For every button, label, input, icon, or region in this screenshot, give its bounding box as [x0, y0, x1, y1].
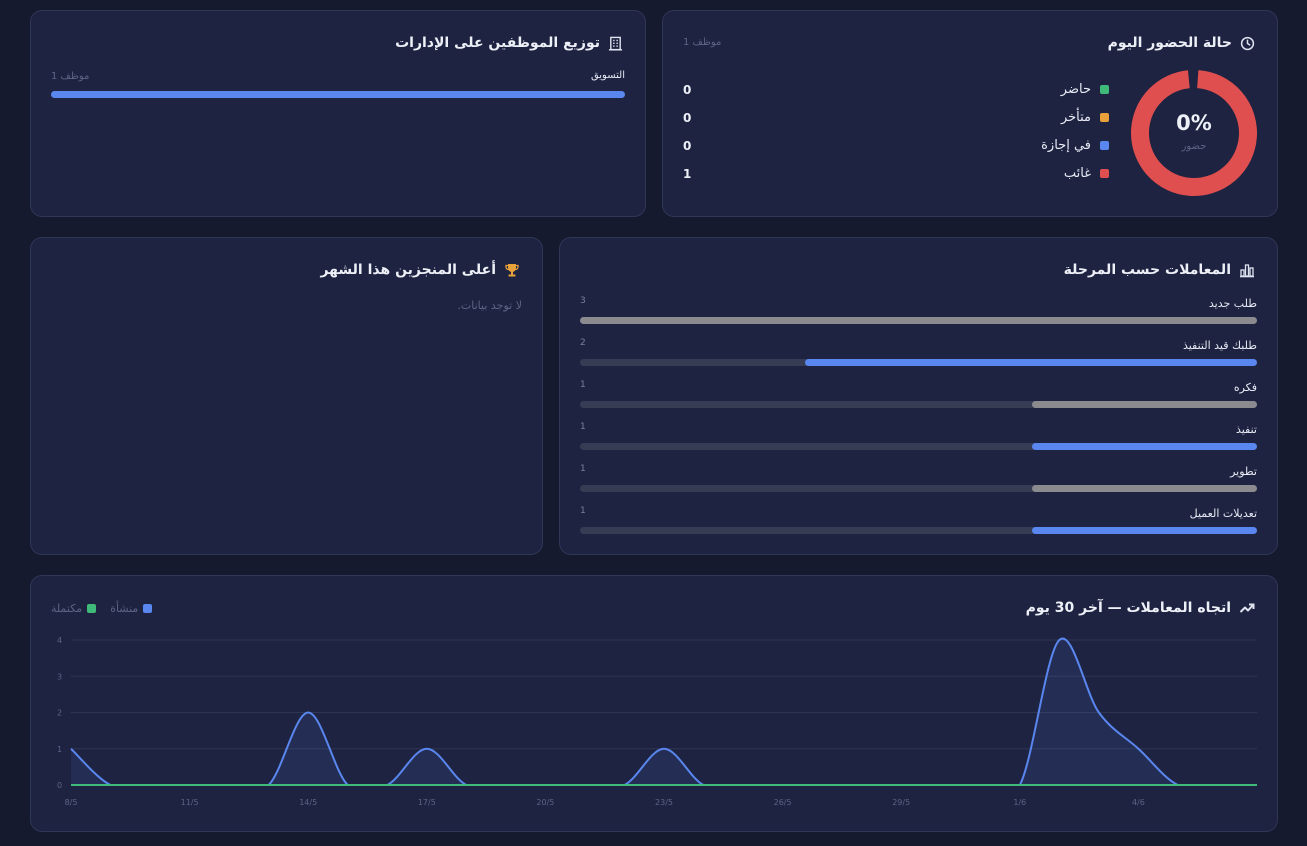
- stage-bar: [580, 443, 1257, 450]
- absent-label: غائب: [1063, 166, 1091, 181]
- present-dot: [1100, 85, 1109, 94]
- top-performers-title: أعلى المنجزين هذا الشهر: [320, 262, 496, 278]
- stage-value: 1: [580, 506, 586, 516]
- y-tick-label: 0: [57, 781, 62, 790]
- stage-value: 2: [580, 338, 586, 348]
- attendance-present: حاضر: [1061, 82, 1109, 97]
- stage-bar-fill: [1031, 485, 1257, 492]
- stages-title: المعاملات حسب المرحلة: [1063, 262, 1231, 278]
- absent-dot: [1100, 169, 1109, 178]
- attendance-leave: في إجازة: [1041, 138, 1109, 153]
- bar-chart-icon: [1240, 264, 1254, 278]
- departments-title-row: توزيع الموظفين على الإدارات: [395, 35, 623, 51]
- y-tick-label: 1: [57, 745, 62, 754]
- attendance-employee-count: 1 موظف: [683, 37, 722, 48]
- absent-count: 1: [683, 167, 692, 181]
- y-tick-label: 4: [57, 636, 62, 645]
- top-performers-title-row: أعلى المنجزين هذا الشهر: [320, 262, 520, 278]
- present-count: 0: [683, 83, 692, 97]
- stage-label: تطوير: [1230, 465, 1257, 478]
- stage-bar: [580, 317, 1257, 324]
- stage-value: 1: [580, 422, 586, 432]
- trophy-icon: [505, 264, 519, 277]
- stage-label: تعديلات العميل: [1189, 507, 1257, 520]
- attendance-absent: غائب: [1064, 166, 1109, 181]
- stage-value: 1: [580, 464, 586, 474]
- departments-card: توزيع الموظفين على الإدارات التسويق 1 مو…: [30, 10, 646, 217]
- x-tick-label: 20/5: [536, 798, 554, 807]
- x-tick-label: 1/6: [1013, 798, 1026, 807]
- stage-bar-fill: [580, 317, 1257, 324]
- top-performers-empty: لا توجد بيانات.: [457, 299, 522, 312]
- x-tick-label: 11/5: [181, 798, 199, 807]
- stage-bar-fill: [1031, 443, 1257, 450]
- late-count: 0: [683, 111, 692, 125]
- attendance-title: حالة الحضور اليوم: [1107, 35, 1232, 51]
- x-tick-label: 4/6: [1132, 798, 1145, 807]
- attendance-percent-label: حضور: [1181, 141, 1207, 152]
- leave-dot: [1100, 141, 1109, 150]
- stage-bar: [580, 401, 1257, 408]
- stage-value: 1: [580, 380, 586, 390]
- present-label: حاضر: [1060, 82, 1091, 97]
- stage-bar-fill: [1031, 401, 1257, 408]
- stage-value: 3: [580, 296, 586, 306]
- x-tick-label: 29/5: [892, 798, 910, 807]
- stage-bar: [580, 485, 1257, 492]
- stages-title-row: المعاملات حسب المرحلة: [1064, 262, 1255, 278]
- stage-bar: [580, 359, 1257, 366]
- department-bar-fill: [51, 91, 625, 98]
- stages-card: المعاملات حسب المرحلة طلب جديد 3 طلبك قيد …: [559, 237, 1278, 555]
- department-label: التسويق: [590, 70, 625, 81]
- late-label: متأخر: [1060, 110, 1091, 125]
- trend-card: اتجاه المعاملات — آخر 30 يوم منشأة مكتمل…: [30, 575, 1278, 832]
- late-dot: [1100, 113, 1109, 122]
- x-tick-label: 26/5: [774, 798, 792, 807]
- attendance-card: حالة الحضور اليوم 1 موظف 0% حضور حاضر مت…: [662, 10, 1278, 217]
- y-tick-label: 2: [57, 709, 62, 718]
- clock-icon: [1240, 36, 1255, 50]
- attendance-percent: 0%: [1176, 111, 1212, 135]
- x-tick-label: 23/5: [655, 798, 673, 807]
- attendance-late: متأخر: [1061, 110, 1109, 125]
- departments-title: توزيع الموظفين على الإدارات: [395, 35, 600, 51]
- stage-label: طلبك قيد التنفيذ: [1182, 339, 1257, 352]
- series-area-created: [71, 638, 1257, 785]
- x-tick-label: 17/5: [418, 798, 436, 807]
- stage-bar: [580, 527, 1257, 534]
- stage-bar-fill: [1031, 527, 1257, 534]
- building-icon: [608, 36, 623, 51]
- y-tick-label: 3: [57, 672, 62, 681]
- stage-label: طلب جديد: [1208, 297, 1257, 310]
- x-tick-label: 14/5: [299, 798, 317, 807]
- leave-count: 0: [683, 139, 692, 153]
- x-tick-label: 8/5: [65, 798, 78, 807]
- top-performers-card: أعلى المنجزين هذا الشهر لا توجد بيانات.: [30, 237, 543, 555]
- attendance-title-row: حالة الحضور اليوم: [1108, 35, 1255, 51]
- stage-label: تنفيذ: [1235, 423, 1257, 436]
- trend-chart: 0 1 2 3 4 8/5 11/5 14/5 17/5 20/5 23/5 26/5 29/5 1/6 4…: [57, 636, 1257, 807]
- department-count: 1 موظف: [51, 71, 90, 82]
- stage-label: فكره: [1233, 381, 1257, 394]
- department-bar: [51, 91, 625, 98]
- stage-bar-fill: [805, 359, 1257, 366]
- leave-label: في إجازة: [1041, 138, 1091, 153]
